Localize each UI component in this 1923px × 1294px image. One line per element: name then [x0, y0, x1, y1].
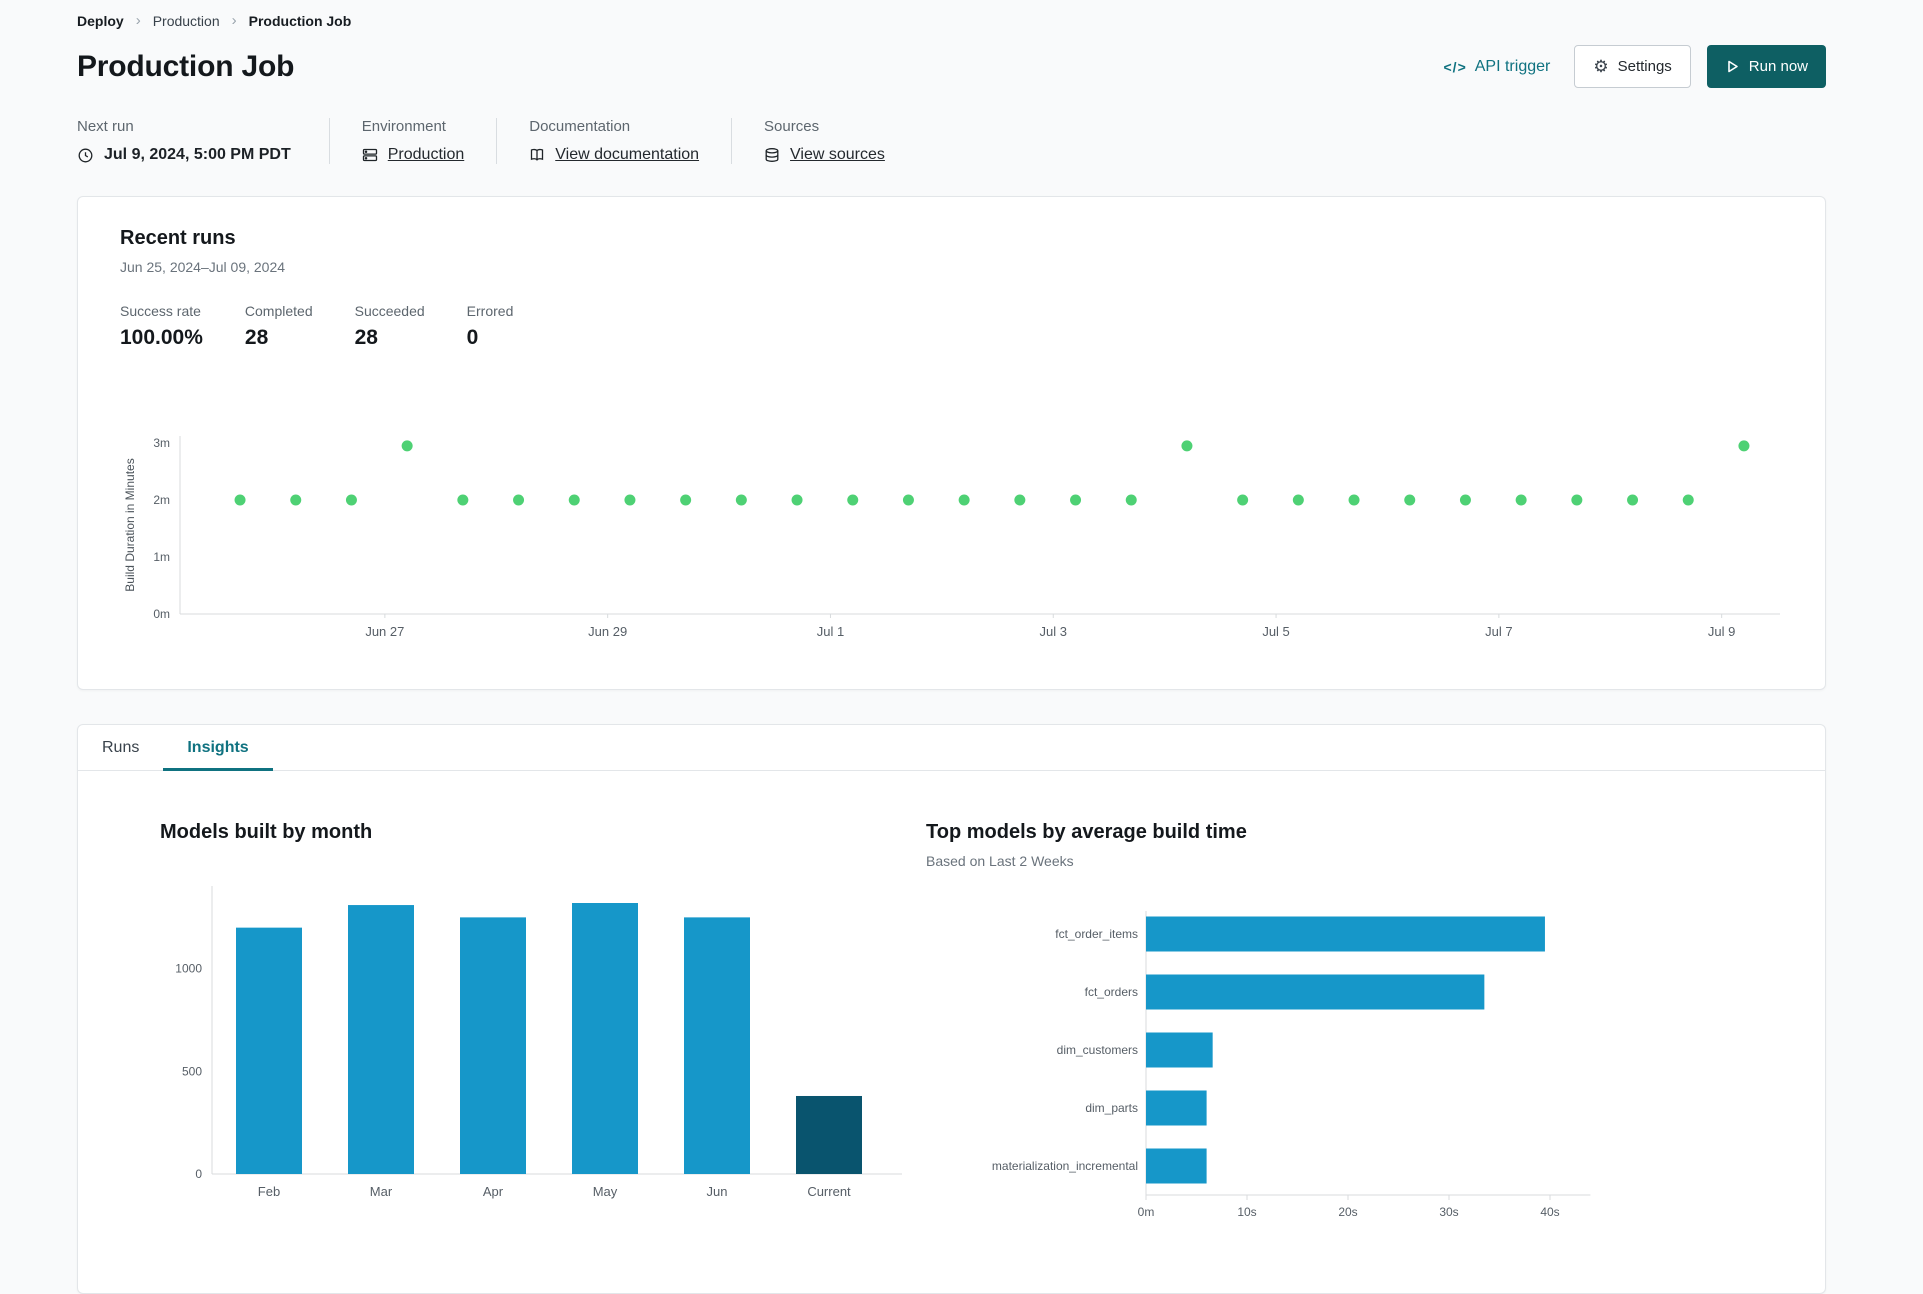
chevron-right-icon: › [135, 12, 141, 29]
breadcrumb-production-job: Production Job [248, 12, 352, 29]
svg-text:3m: 3m [153, 436, 170, 450]
meta-sources: Sources View sources [731, 118, 917, 164]
clock-icon [77, 147, 94, 164]
settings-label: Settings [1617, 58, 1672, 75]
meta-label: Sources [764, 118, 820, 135]
page-title: Production Job [77, 49, 295, 83]
stat-errored: Errored 0 [466, 303, 514, 349]
svg-text:10s: 10s [1237, 1205, 1256, 1219]
meta-environment: Environment Production [328, 118, 497, 164]
docs-icon [529, 147, 545, 163]
tab-runs[interactable]: Runs [78, 725, 163, 771]
svg-text:500: 500 [182, 1064, 202, 1078]
meta-next-run: Next run Jul 9, 2024, 5:00 PM PDT [77, 118, 329, 164]
svg-text:Jul 3: Jul 3 [1040, 624, 1067, 639]
recent-runs-card: Recent runs Jun 25, 2024–Jul 09, 2024 Su… [77, 196, 1826, 690]
top-models-chart: 0m 10s 20s 30s 40s fct_order_items fct_ordersd… [992, 911, 1591, 1219]
svg-text:1000: 1000 [175, 962, 202, 976]
svg-text:dim_parts: dim_parts [1085, 1101, 1138, 1115]
svg-text:Build Duration in Minutes: Build Duration in Minutes [123, 458, 137, 591]
svg-text:0m: 0m [1138, 1205, 1155, 1219]
chevron-right-icon: › [231, 12, 237, 29]
svg-text:30s: 30s [1439, 1205, 1458, 1219]
environment-icon [362, 147, 378, 163]
svg-text:Jul 7: Jul 7 [1485, 624, 1512, 639]
database-icon [764, 147, 780, 163]
svg-text:Jun 29: Jun 29 [588, 624, 627, 639]
svg-text:fct_order_items: fct_order_items [1055, 927, 1138, 941]
svg-text:0: 0 [195, 1167, 202, 1181]
recent-runs-title: Recent runs [120, 227, 236, 249]
header-actions: </> API trigger ⚙ Settings Run now [1444, 45, 1826, 88]
job-meta-row: Next run Jul 9, 2024, 5:00 PM PDT Enviro… [77, 118, 1826, 164]
models-by-month-block: Models built by month 0 500 1000 Feb Mar Apr M… [142, 821, 926, 1244]
models-by-month-chart: 05001000Feb Mar Apr May Jun Current [175, 886, 902, 1199]
svg-text:Jun 27: Jun 27 [365, 624, 404, 639]
recent-runs-date-range: Jun 25, 2024–Jul 09, 2024 [120, 259, 286, 275]
svg-text:dim_customers: dim_customers [1057, 1043, 1138, 1057]
insights-card: Runs Insights Models built by month 0 500… [77, 724, 1826, 1294]
svg-text:Jul 9: Jul 9 [1708, 624, 1735, 639]
top-models-block: Top models by average build time Based o… [926, 821, 1785, 1244]
meta-label: Next run [77, 118, 134, 135]
meta-label: Documentation [529, 118, 631, 135]
page-header: Production Job </> API trigger ⚙ Setting… [77, 45, 1826, 88]
svg-text:20s: 20s [1338, 1205, 1357, 1219]
svg-text:2m: 2m [153, 493, 170, 507]
api-trigger-link[interactable]: </> API trigger [1444, 58, 1551, 76]
play-icon [1725, 59, 1740, 74]
tab-bar: Runs Insights [78, 725, 1825, 771]
view-documentation-link[interactable]: View documentation [555, 146, 699, 164]
api-trigger-label: API trigger [1474, 57, 1551, 75]
meta-label: Environment [361, 118, 446, 135]
run-now-button[interactable]: Run now [1706, 45, 1826, 88]
svg-text:fct_orders: fct_orders [1085, 985, 1138, 999]
svg-text:0m: 0m [153, 607, 170, 621]
svg-text:Jul 5: Jul 5 [1262, 624, 1289, 639]
svg-text:materialization_incremental: materialization_incremental [992, 1159, 1138, 1173]
gear-icon: ⚙ [1593, 57, 1609, 76]
settings-button[interactable]: ⚙ Settings [1574, 45, 1691, 88]
environment-link[interactable]: Production [388, 146, 465, 164]
tab-insights[interactable]: Insights [163, 725, 273, 771]
build-duration-scatter: 0m 1m 2m 3m Jun 27 Jun 29 Jul 1 Jul 3 Jul 5 Jul 7… [123, 436, 1780, 639]
recent-runs-stats: Success rate 100.00% Completed 28 Succee… [120, 303, 1783, 350]
stat-success-rate: Success rate 100.00% [120, 303, 203, 349]
next-run-value: Jul 9, 2024, 5:00 PM PDT [104, 146, 291, 163]
top-models-subtitle: Based on Last 2 Weeks [926, 853, 1074, 869]
insights-panel: Models built by month 0 500 1000 Feb Mar Apr M… [78, 771, 1825, 1274]
run-now-label: Run now [1748, 58, 1808, 75]
stat-completed: Completed 28 [244, 303, 313, 349]
view-sources-link[interactable]: View sources [790, 146, 885, 164]
stat-succeeded: Succeeded 28 [354, 303, 425, 349]
breadcrumb-deploy[interactable]: Deploy [77, 13, 124, 29]
svg-text:Jul 1: Jul 1 [817, 624, 844, 639]
meta-documentation: Documentation View documentation [496, 118, 731, 164]
page: Deploy › Production › Production Job Pro… [77, 0, 1826, 1294]
breadcrumb: Deploy › Production › Production Job [77, 12, 1826, 29]
svg-text:40s: 40s [1540, 1205, 1559, 1219]
code-icon: </> [1443, 58, 1467, 75]
top-models-title: Top models by average build time [926, 821, 1247, 843]
svg-text:1m: 1m [153, 550, 170, 564]
recent-runs-chart: 0m 1m 2m 3m Jun 27 Jun 29 Jul 1 Jul 3 Jul 5 Jul 7… [120, 374, 1783, 671]
breadcrumb-production[interactable]: Production [153, 13, 220, 29]
models-by-month-title: Models built by month [160, 821, 373, 843]
